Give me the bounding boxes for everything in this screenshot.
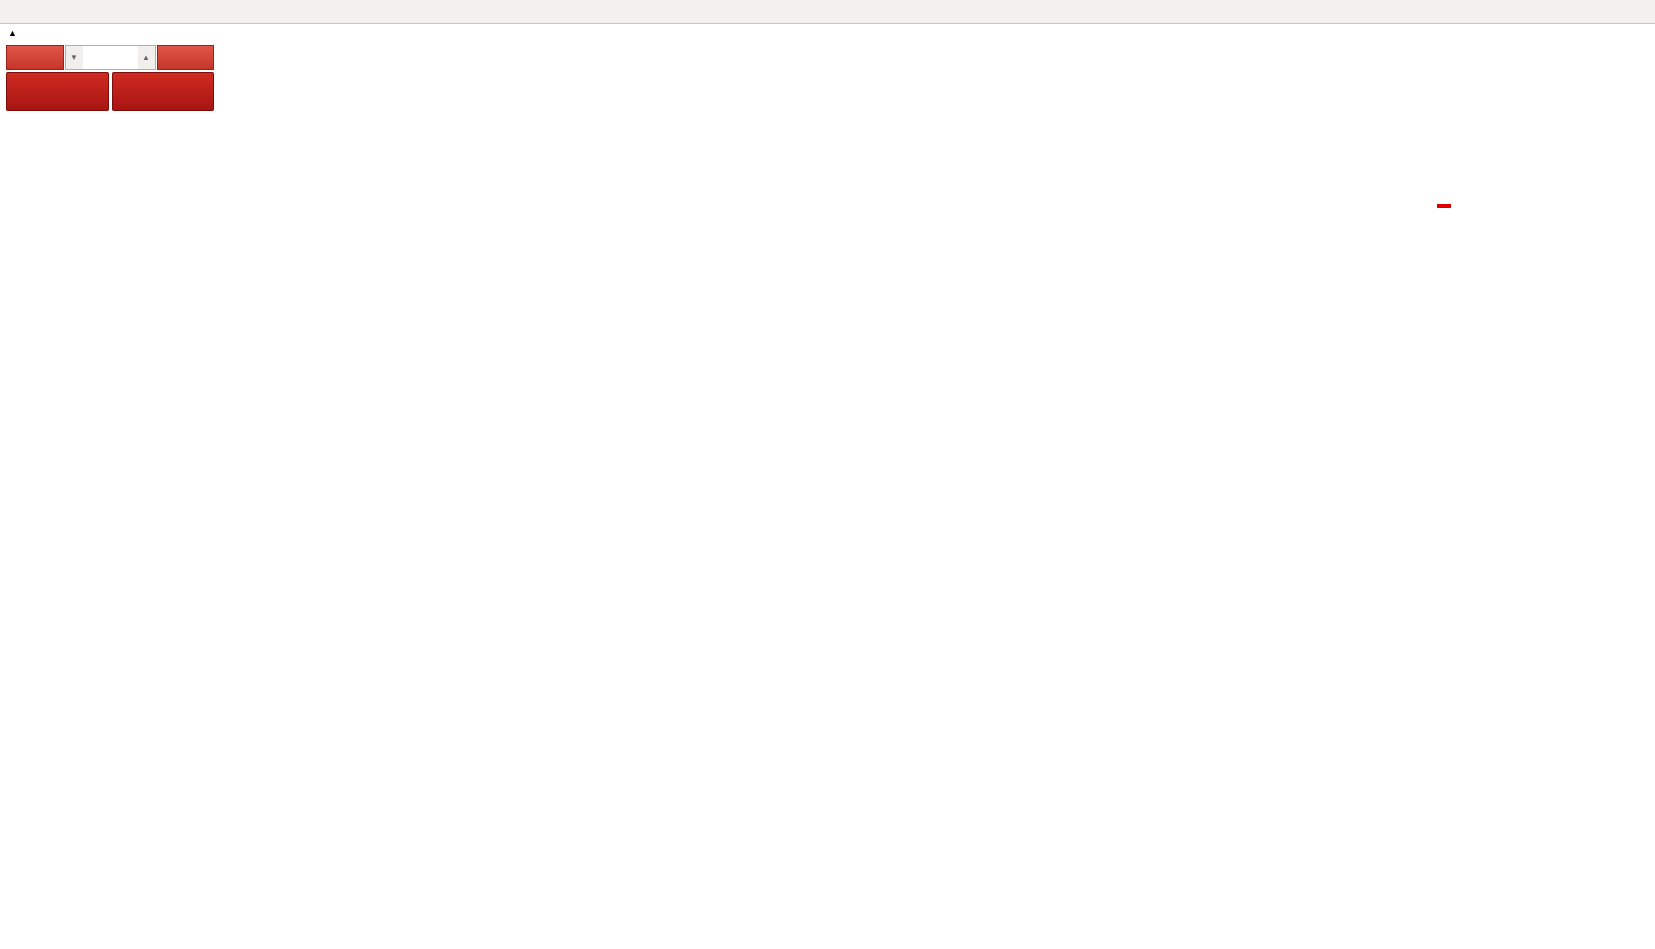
chart-window: ▲ ▼ ▲ bbox=[0, 24, 1655, 949]
buy-button[interactable] bbox=[157, 45, 215, 70]
symbol-info: ▲ bbox=[8, 28, 53, 38]
collapse-triangle-icon[interactable]: ▲ bbox=[8, 28, 17, 38]
one-click-trading-panel: ▼ ▲ bbox=[6, 45, 214, 111]
chart-canvas[interactable] bbox=[0, 24, 1655, 949]
volume-input[interactable] bbox=[83, 46, 138, 69]
buy-price[interactable] bbox=[112, 72, 215, 111]
up-arrow-icon: ▲ bbox=[142, 53, 150, 62]
volume-increment-button[interactable]: ▲ bbox=[138, 46, 155, 69]
volume-stepper: ▼ ▲ bbox=[65, 45, 156, 70]
down-arrow-icon: ▼ bbox=[70, 53, 78, 62]
sell-price[interactable] bbox=[6, 72, 109, 111]
volume-decrement-button[interactable]: ▼ bbox=[66, 46, 83, 69]
macd-label bbox=[7, 584, 22, 596]
price-callout[interactable] bbox=[1437, 204, 1451, 208]
sell-button[interactable] bbox=[6, 45, 64, 70]
rsi-label bbox=[7, 761, 17, 773]
toolbar bbox=[0, 0, 1655, 24]
